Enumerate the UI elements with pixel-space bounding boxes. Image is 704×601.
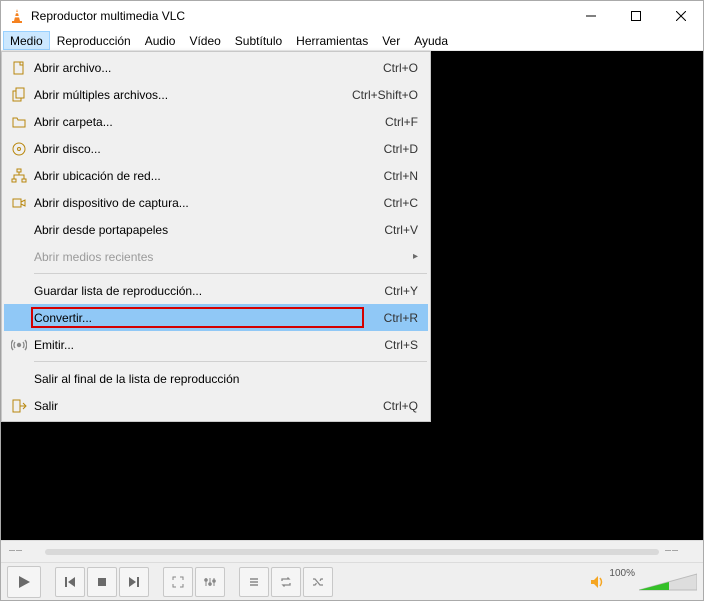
menu-item-label: Emitir... — [34, 338, 364, 352]
volume-control: 100% — [589, 572, 697, 592]
menu-item-shortcut: Ctrl+N — [364, 169, 418, 183]
menu-item-shortcut: Ctrl+V — [364, 223, 418, 237]
menu-item-salir[interactable]: SalirCtrl+Q — [4, 392, 428, 419]
speaker-icon[interactable] — [589, 574, 605, 590]
window-title: Reproductor multimedia VLC — [31, 9, 568, 23]
volume-label: 100% — [609, 568, 635, 579]
view-group — [163, 567, 225, 597]
menu-subtitulo[interactable]: Subtítulo — [228, 31, 289, 50]
menu-item-label: Guardar lista de reproducción... — [34, 284, 364, 298]
menu-item-abrir-archivo[interactable]: Abrir archivo...Ctrl+O — [4, 54, 428, 81]
disc-icon — [8, 141, 30, 157]
menu-item-shortcut: Ctrl+R — [364, 311, 418, 325]
stop-button[interactable] — [87, 567, 117, 597]
extended-settings-button[interactable] — [195, 567, 225, 597]
chevron-right-icon: ▸ — [413, 251, 418, 262]
minimize-button[interactable] — [568, 2, 613, 31]
menu-item-label: Convertir... — [31, 307, 364, 328]
loop-button[interactable] — [271, 567, 301, 597]
menu-item-label: Salir — [34, 399, 363, 413]
menu-item-label: Abrir archivo... — [34, 61, 363, 75]
shuffle-button[interactable] — [303, 567, 333, 597]
exit-icon — [8, 398, 30, 414]
menu-separator — [34, 273, 427, 274]
menu-item-label: Abrir carpeta... — [34, 115, 365, 129]
menu-item-abrir-medios-recientes: Abrir medios recientes▸ — [4, 243, 428, 270]
menu-item-shortcut: Ctrl+Q — [363, 399, 418, 413]
playlist-group — [239, 567, 333, 597]
menu-video[interactable]: Vídeo — [182, 31, 227, 50]
menu-item-abrir-carpeta[interactable]: Abrir carpeta...Ctrl+F — [4, 108, 428, 135]
menubar: Medio Reproducción Audio Vídeo Subtítulo… — [1, 31, 703, 51]
menu-ver[interactable]: Ver — [375, 31, 407, 50]
menu-medio[interactable]: Medio — [3, 31, 50, 50]
maximize-button[interactable] — [613, 2, 658, 31]
menu-item-guardar-lista-de-reproducci-n[interactable]: Guardar lista de reproducción...Ctrl+Y — [4, 277, 428, 304]
menu-item-abrir-desde-portapapeles[interactable]: Abrir desde portapapelesCtrl+V — [4, 216, 428, 243]
capture-icon — [8, 195, 30, 211]
stream-icon — [8, 337, 30, 353]
menu-ayuda[interactable]: Ayuda — [407, 31, 455, 50]
menu-item-abrir-disco[interactable]: Abrir disco...Ctrl+D — [4, 135, 428, 162]
seek-track[interactable] — [45, 549, 659, 555]
menu-item-emitir[interactable]: Emitir...Ctrl+S — [4, 331, 428, 358]
menu-reproduccion[interactable]: Reproducción — [50, 31, 138, 50]
vlc-cone-icon — [9, 8, 25, 24]
menu-item-shortcut: Ctrl+F — [365, 115, 418, 129]
menu-item-abrir-m-ltiples-archivos[interactable]: Abrir múltiples archivos...Ctrl+Shift+O — [4, 81, 428, 108]
time-end-ticks: ┄┄ — [665, 546, 695, 557]
file-icon — [8, 60, 30, 76]
menu-herramientas[interactable]: Herramientas — [289, 31, 375, 50]
menu-item-label: Abrir disco... — [34, 142, 364, 156]
menu-item-shortcut: Ctrl+S — [364, 338, 418, 352]
medio-dropdown: Abrir archivo...Ctrl+OAbrir múltiples ar… — [1, 51, 431, 422]
playlist-button[interactable] — [239, 567, 269, 597]
menu-item-salir-al-final-de-la-lista-de-reproducci-n[interactable]: Salir al final de la lista de reproducci… — [4, 365, 428, 392]
titlebar: Reproductor multimedia VLC — [1, 1, 703, 31]
menu-item-label: Abrir dispositivo de captura... — [34, 196, 364, 210]
menu-item-abrir-ubicaci-n-de-red[interactable]: Abrir ubicación de red...Ctrl+N — [4, 162, 428, 189]
fullscreen-button[interactable] — [163, 567, 193, 597]
prev-button[interactable] — [55, 567, 85, 597]
menu-item-shortcut: Ctrl+C — [364, 196, 418, 210]
time-start-ticks: ┄┄ — [9, 546, 39, 557]
app-window: Reproductor multimedia VLC Medio Reprodu… — [0, 0, 704, 601]
play-button[interactable] — [7, 566, 41, 598]
network-icon — [8, 168, 30, 184]
menu-item-label: Abrir desde portapapeles — [34, 223, 364, 237]
menu-item-label: Abrir ubicación de red... — [34, 169, 364, 183]
menu-separator — [34, 361, 427, 362]
menu-item-label: Salir al final de la lista de reproducci… — [34, 372, 418, 386]
menu-audio[interactable]: Audio — [138, 31, 183, 50]
close-button[interactable] — [658, 2, 703, 31]
menu-item-convertir[interactable]: Convertir...Ctrl+R — [4, 304, 428, 331]
controls-bar: 100% — [1, 562, 703, 600]
menu-item-shortcut: Ctrl+D — [364, 142, 418, 156]
menu-item-shortcut: Ctrl+O — [363, 61, 418, 75]
seek-bar: ┄┄ ┄┄ — [1, 540, 703, 562]
next-button[interactable] — [119, 567, 149, 597]
folder-icon — [8, 114, 30, 130]
menu-item-label: Abrir múltiples archivos... — [34, 88, 332, 102]
menu-item-shortcut: Ctrl+Shift+O — [332, 88, 418, 102]
menu-item-abrir-dispositivo-de-captura[interactable]: Abrir dispositivo de captura...Ctrl+C — [4, 189, 428, 216]
volume-slider[interactable] — [639, 572, 697, 592]
video-area: Abrir archivo...Ctrl+OAbrir múltiples ar… — [1, 51, 703, 540]
menu-item-shortcut: Ctrl+Y — [364, 284, 418, 298]
playback-group — [55, 567, 149, 597]
menu-item-label: Abrir medios recientes — [34, 250, 418, 264]
files-icon — [8, 87, 30, 103]
